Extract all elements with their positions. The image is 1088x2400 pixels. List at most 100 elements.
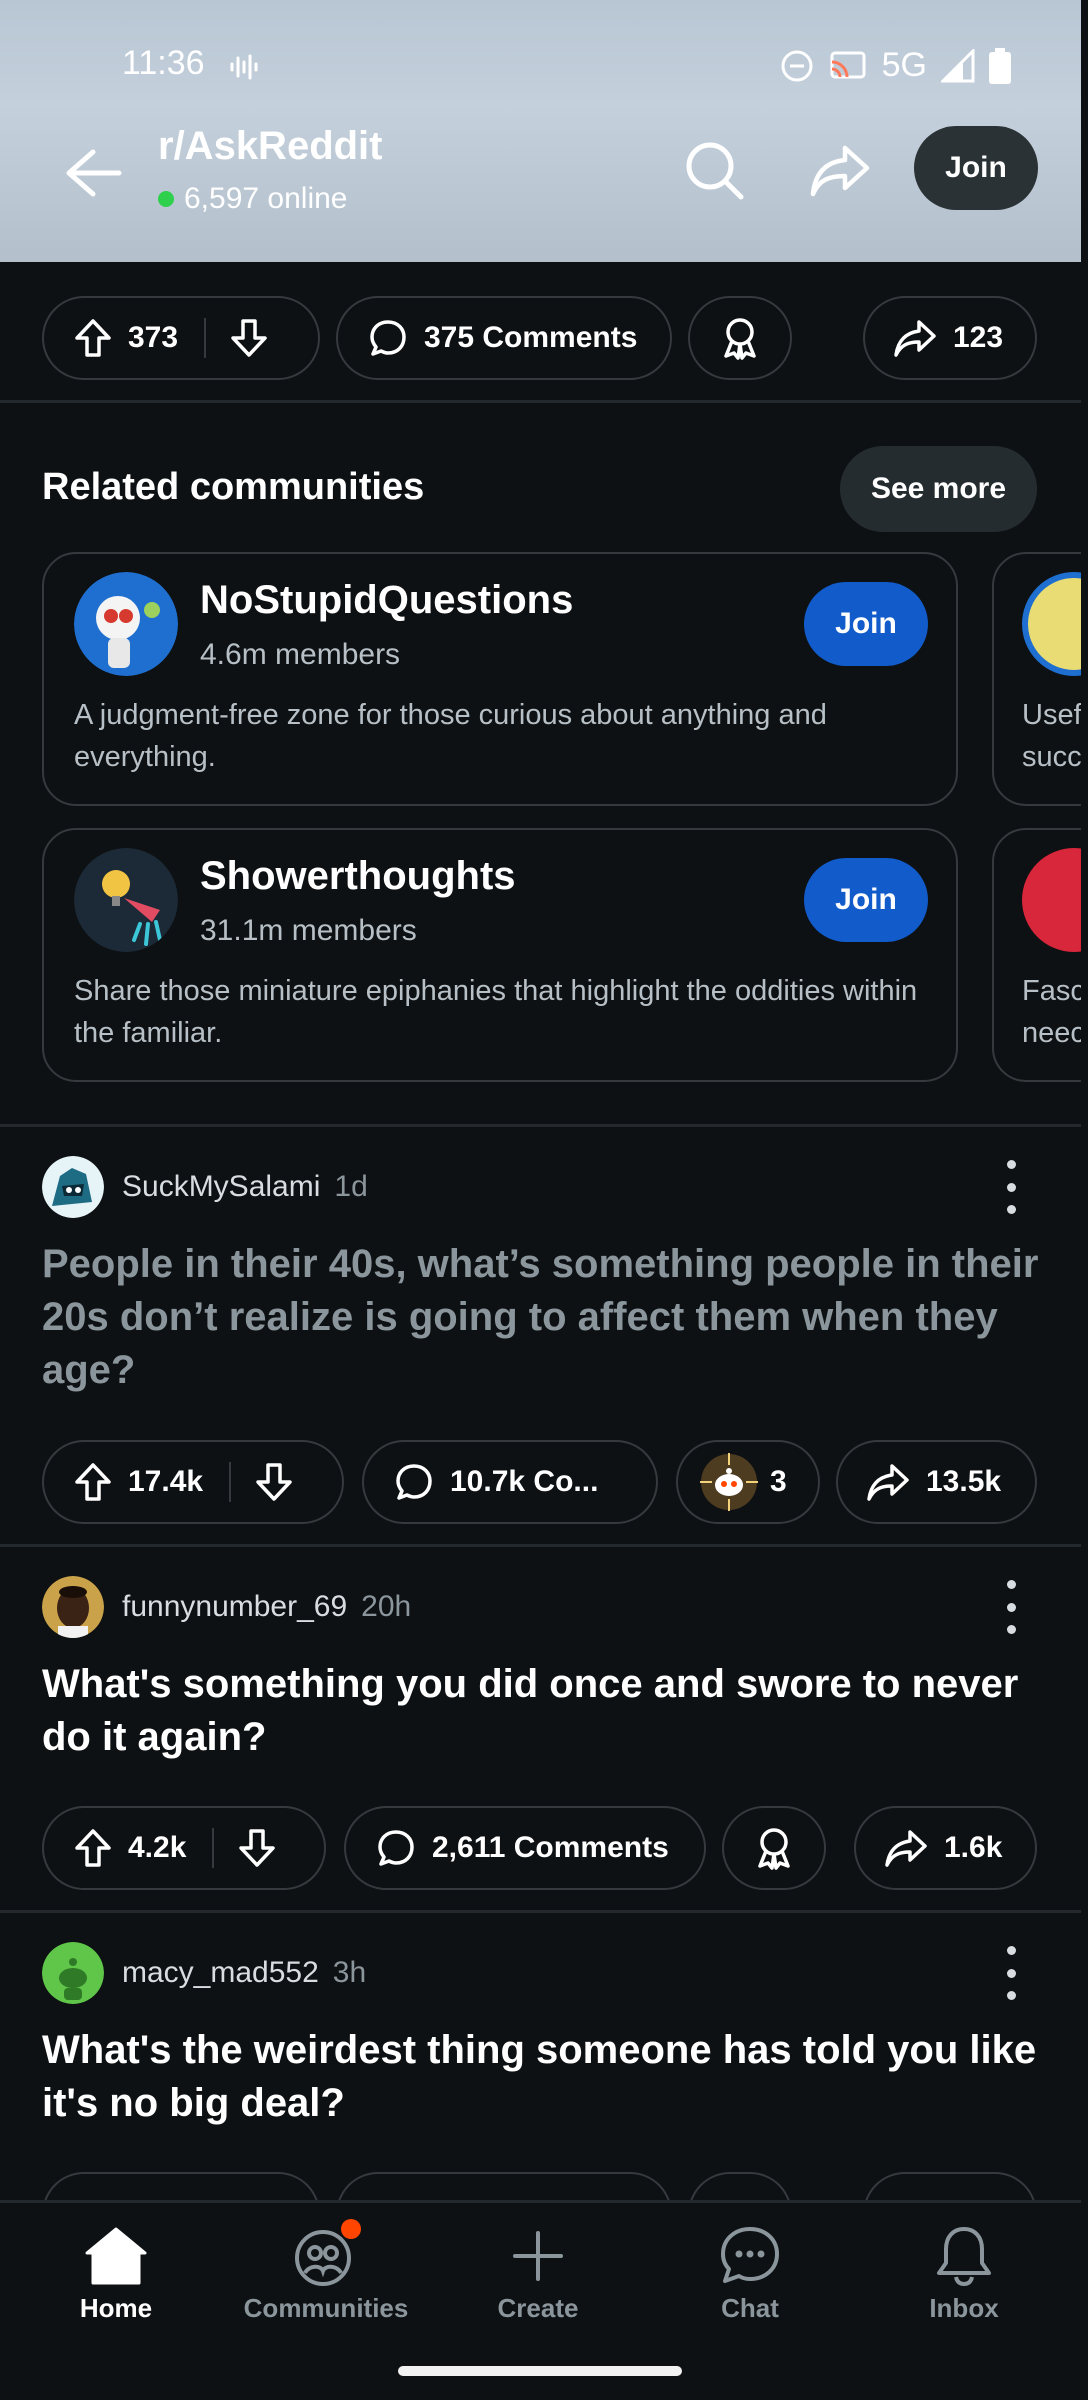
shares-count: 13.5k <box>926 1465 1002 1498</box>
community-card-peek[interactable]: Fasc neec <box>992 828 1088 1082</box>
home-icon <box>85 2227 147 2285</box>
join-subreddit-button[interactable]: Join <box>914 126 1038 210</box>
upvote-button[interactable]: 373 <box>44 318 178 358</box>
related-communities-heading: Related communities <box>42 466 425 508</box>
comment-icon <box>378 1830 414 1866</box>
comment-icon <box>370 320 406 356</box>
community-description: Share those miniature epiphanies that hi… <box>74 975 918 1049</box>
community-card[interactable]: Showerthoughts 31.1m members Join Share … <box>42 828 958 1082</box>
award-button[interactable]: 3 <box>676 1440 820 1524</box>
nav-create[interactable]: Create <box>458 2225 618 2324</box>
avatar <box>42 1156 104 1218</box>
downvote-button[interactable] <box>231 1462 293 1502</box>
post-title[interactable]: What's the weirdest thing someone has to… <box>42 2024 1042 2130</box>
share-post-button[interactable]: 13.5k <box>836 1440 1037 1524</box>
nav-inbox[interactable]: Inbox <box>884 2225 1044 2324</box>
vote-count: 17.4k <box>128 1465 204 1498</box>
plus-icon <box>513 2231 563 2281</box>
post-age: 20h <box>361 1590 412 1623</box>
comments-button[interactable]: 2,611 Comments <box>344 1806 706 1890</box>
notification-badge <box>341 2219 361 2239</box>
post-author[interactable]: funnynumber_69 20h <box>42 1576 411 1638</box>
upvote-button[interactable]: 17.4k <box>44 1462 203 1502</box>
downvote-icon <box>256 1463 292 1501</box>
community-description: Usef succ <box>1022 699 1082 773</box>
nav-chat[interactable]: Chat <box>670 2225 830 2324</box>
subreddit-name[interactable]: r/AskReddit <box>158 124 383 169</box>
share-icon <box>867 1464 909 1501</box>
screen-edge <box>1081 0 1088 2400</box>
cast-icon <box>830 51 866 78</box>
join-community-button[interactable]: Join <box>804 858 928 942</box>
avatar <box>42 1942 104 2004</box>
award-icon <box>758 1828 790 1870</box>
share-post-button[interactable]: 123 <box>863 296 1037 380</box>
search-button[interactable] <box>676 132 752 208</box>
comment-icon <box>396 1464 432 1500</box>
comments-count: 2,611 Comments <box>432 1831 669 1864</box>
community-members: 4.6m members <box>200 638 401 671</box>
post-username: SuckMySalami <box>122 1170 321 1203</box>
network-label: 5G <box>881 46 927 84</box>
online-dot-icon <box>158 191 174 207</box>
post-author[interactable]: macy_mad552 3h <box>42 1942 366 2004</box>
share-icon <box>894 320 936 357</box>
downvote-button[interactable] <box>214 1828 276 1868</box>
community-avatar <box>1022 848 1088 952</box>
nav-home[interactable]: Home <box>36 2225 196 2324</box>
see-more-button[interactable]: See more <box>840 446 1037 532</box>
upvote-icon <box>75 1463 111 1501</box>
community-card-peek[interactable]: Usef succ <box>992 552 1088 806</box>
nav-create-label: Create <box>497 2293 579 2323</box>
community-avatar <box>74 848 178 952</box>
online-label: 6,597 online <box>184 182 348 215</box>
vote-pill: 373 <box>42 296 320 380</box>
community-card[interactable]: NoStupidQuestions 4.6m members Join A ju… <box>42 552 958 806</box>
status-bar: 11:36 5G <box>0 0 1081 130</box>
award-snoo-icon <box>700 1453 758 1511</box>
comments-count: 10.7k Co... <box>450 1465 599 1498</box>
nav-home-label: Home <box>79 2293 153 2323</box>
comments-button[interactable]: 10.7k Co... <box>362 1440 658 1524</box>
nav-communities[interactable]: Communities <box>244 2219 408 2324</box>
shares-count: 1.6k <box>944 1831 1003 1864</box>
post-menu-button[interactable] <box>996 1946 1026 2000</box>
search-icon <box>686 142 744 200</box>
vote-pill: 4.2k <box>42 1806 326 1890</box>
divider <box>0 1910 1081 1913</box>
post-menu-button[interactable] <box>996 1160 1026 1214</box>
comments-button[interactable]: 375 Comments <box>336 296 672 380</box>
status-time: 11:36 <box>122 44 205 82</box>
arrow-left-icon <box>66 149 122 197</box>
nav-chat-label: Chat <box>721 2293 779 2323</box>
downvote-icon <box>239 1829 276 1867</box>
post-author[interactable]: SuckMySalami 1d <box>42 1156 368 1218</box>
community-avatar <box>74 572 178 676</box>
share-post-button[interactable]: 1.6k <box>854 1806 1037 1890</box>
vote-count: 4.2k <box>128 1831 187 1864</box>
join-community-button[interactable]: Join <box>804 582 928 666</box>
post-menu-button[interactable] <box>996 1580 1026 1634</box>
post-title[interactable]: People in their 40s, what’s something pe… <box>42 1238 1042 1397</box>
nav-inbox-label: Inbox <box>929 2293 999 2323</box>
divider <box>0 1544 1081 1547</box>
upvote-icon <box>75 319 111 357</box>
post-username: funnynumber_69 <box>122 1590 348 1623</box>
downvote-icon <box>231 319 267 357</box>
share-button[interactable] <box>802 132 878 208</box>
downvote-button[interactable] <box>206 318 268 358</box>
post-age: 3h <box>332 1956 367 1989</box>
back-button[interactable] <box>58 138 128 208</box>
status-icons: 5G <box>780 46 1011 85</box>
vote-count: 373 <box>128 321 179 354</box>
upvote-button[interactable]: 4.2k <box>44 1828 186 1868</box>
home-indicator[interactable] <box>398 2366 682 2376</box>
award-button[interactable] <box>722 1806 826 1890</box>
battery-icon <box>989 47 1011 84</box>
award-button[interactable] <box>688 296 792 380</box>
post-title[interactable]: What's something you did once and swore … <box>42 1658 1042 1764</box>
community-avatar <box>1022 572 1088 676</box>
bell-icon <box>937 2227 991 2287</box>
online-count: 6,597 online <box>158 182 347 216</box>
divider <box>0 400 1081 403</box>
